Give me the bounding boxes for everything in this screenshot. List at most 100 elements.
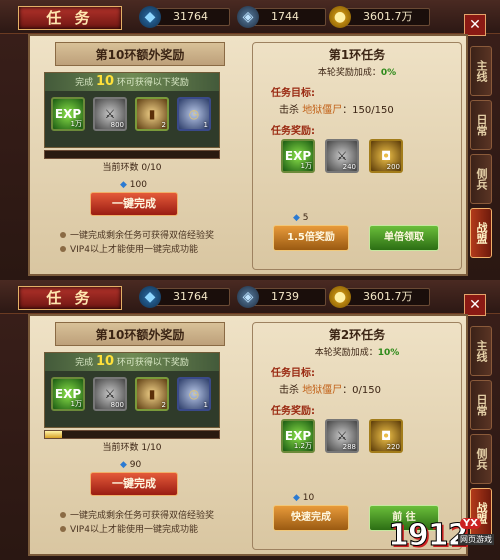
reward-head: 完成 10 环可获得以下奖励 — [45, 73, 219, 91]
ring-reward-title: 第10环额外奖励 — [55, 322, 225, 346]
tips-list: 一键完成剩余任务可获得双倍经验奖 VIP4以上才能使用一键完成功能 — [60, 508, 240, 536]
side-tab-1[interactable]: 日常 — [470, 380, 492, 430]
item-count: 1 — [203, 121, 208, 129]
tip-text: VIP4以上才能使用一键完成功能 — [70, 525, 198, 535]
ring-reward-title: 第10环额外奖励 — [55, 42, 225, 66]
bound-diamond-value: 1744 — [271, 10, 299, 23]
scroll-icon[interactable]: ▮ 2 — [135, 97, 169, 131]
item-count: 288 — [342, 443, 356, 451]
target-monster-link[interactable]: 地狱僵尸 — [302, 105, 342, 116]
bonus-value: 10% — [377, 348, 400, 358]
ring-reward-items: EXP 1万 ⚔ 800 ▮ 2 ◷ 1 — [45, 371, 219, 417]
target-monster-link[interactable]: 地狱僵尸 — [302, 385, 342, 396]
task-reward-items: EXP 1万 ⚔ 240 ◘ 200 — [281, 139, 461, 173]
side-tab-0[interactable]: 主线 — [470, 46, 492, 96]
watermark-subtitle: 网页游戏 — [458, 534, 494, 545]
task-reward-items: EXP 1.2万 ⚔ 288 ◘ 220 — [281, 419, 461, 453]
exp-icon[interactable]: EXP 1.2万 — [281, 419, 315, 453]
target-verb: 击杀 — [279, 105, 299, 116]
exp-icon[interactable]: EXP 1万 — [281, 139, 315, 173]
close-icon[interactable]: ✕ — [464, 14, 486, 36]
diamond-icon: ◆ — [293, 493, 300, 503]
reward-head-pre: 完成 — [75, 78, 94, 88]
top-bar: 任 务 ◆ 31764 ◈ 1739 ● 3601.7万 ✕ — [0, 280, 500, 316]
task-panel: 第10环额外奖励 完成 10 环可获得以下奖励 EXP 1万 ⚔ 800 ▮ 2… — [28, 34, 468, 276]
shield-icon[interactable]: ⚔ 288 — [325, 419, 359, 453]
gold-counter: ● 3601.7万 — [329, 286, 430, 308]
ring-reward-section: 第10环额外奖励 完成 10 环可获得以下奖励 EXP 1万 ⚔ 800 ▮ 2… — [40, 42, 240, 270]
current-task-section: 第1环任务 本轮奖励加成：0% 任务目标: 击杀 地狱僵尸：150/150 任务… — [252, 42, 462, 270]
item-count: 240 — [342, 163, 356, 171]
bonus-value: 0% — [380, 68, 397, 78]
task-reward-label: 任务奖励: — [271, 126, 315, 137]
bonus-line: 本轮奖励加成：10% — [253, 345, 461, 358]
ring-reward-section: 第10环额外奖励 完成 10 环可获得以下奖励 EXP 1万 ⚔ 800 ▮ 2… — [40, 322, 240, 550]
side-tab-0[interactable]: 主线 — [470, 326, 492, 376]
reward-head-number: 10 — [95, 74, 115, 89]
diamond-counter: ◆ 31764 — [139, 286, 230, 308]
side-tab-2[interactable]: 侧兵 — [470, 154, 492, 204]
target-label: 任务目标: — [271, 368, 315, 379]
diamond-counter: ◆ 31764 — [139, 6, 230, 28]
tip-item: VIP4以上才能使用一键完成功能 — [60, 242, 240, 256]
shield-icon[interactable]: ⚔ 240 — [325, 139, 359, 173]
item-count: 1万 — [70, 400, 82, 408]
side-tab-3[interactable]: 战盟 — [470, 208, 492, 258]
diamond-icon: ◆ — [139, 6, 161, 28]
bound-diamond-icon: ◈ — [237, 6, 259, 28]
item-count: 1 — [203, 401, 208, 409]
bound-diamond-counter: ◈ 1739 — [237, 286, 326, 308]
pocket-watch-icon[interactable]: ◷ 1 — [177, 377, 211, 411]
bonus-cost-value: 10 — [302, 493, 315, 503]
target-line: 击杀 地狱僵尸：150/150 — [279, 101, 461, 116]
bonus-cost: ◆ 5 — [293, 213, 309, 223]
ring-reward-box: 完成 10 环可获得以下奖励 EXP 1万 ⚔ 800 ▮ 2 ◷ 1 — [44, 72, 220, 148]
site-watermark: 1912 YX 网页游戏 — [388, 516, 496, 556]
item-count: 220 — [386, 443, 400, 451]
close-icon[interactable]: ✕ — [464, 294, 486, 316]
side-tabs: 主线 日常 侧兵 战盟 — [470, 46, 494, 262]
pocket-watch-icon[interactable]: ◷ 1 — [177, 97, 211, 131]
tip-item: 一键完成剩余任务可获得双倍经验奖 — [60, 508, 240, 522]
item-count: 1.2万 — [293, 442, 312, 450]
diamond-icon: ◆ — [120, 180, 127, 190]
window-title: 任 务 — [18, 286, 122, 310]
side-tab-1[interactable]: 日常 — [470, 100, 492, 150]
rune-icon[interactable]: ◘ 220 — [369, 419, 403, 453]
bonus-claim-button[interactable]: 1.5倍奖励 — [273, 225, 349, 251]
window-title: 任 务 — [18, 6, 122, 30]
bonus-line: 本轮奖励加成：0% — [253, 65, 461, 78]
gold-value: 3601.7万 — [363, 290, 413, 303]
shield-icon[interactable]: ⚔ 800 — [93, 377, 127, 411]
reward-head-pre: 完成 — [75, 358, 94, 368]
diamond-value: 31764 — [173, 10, 208, 23]
side-tab-2[interactable]: 侧兵 — [470, 434, 492, 484]
rune-icon[interactable]: ◘ 200 — [369, 139, 403, 173]
target-line: 击杀 地狱僵尸：0/150 — [279, 381, 461, 396]
exp-icon[interactable]: EXP 1万 — [51, 97, 85, 131]
claim-go-button[interactable]: 单倍领取 — [369, 225, 439, 251]
diamond-value: 31764 — [173, 290, 208, 303]
shield-icon[interactable]: ⚔ 800 — [93, 97, 127, 131]
complete-cost: ◆ 90 — [120, 460, 141, 470]
one-click-complete-button[interactable]: 一键完成 — [90, 192, 178, 216]
target-progress: ：0/150 — [342, 385, 382, 396]
item-count: 200 — [386, 163, 400, 171]
item-count: 1万 — [70, 120, 82, 128]
item-count: 1万 — [300, 162, 312, 170]
reward-head-post: 环可获得以下奖励 — [116, 78, 189, 88]
reward-head: 完成 10 环可获得以下奖励 — [45, 353, 219, 371]
tip-text: VIP4以上才能使用一键完成功能 — [70, 245, 198, 255]
bonus-claim-button[interactable]: 快速完成 — [273, 505, 349, 531]
ring-progress-label: 当前环数 1/10 — [102, 443, 162, 453]
one-click-complete-button[interactable]: 一键完成 — [90, 472, 178, 496]
bound-diamond-value: 1739 — [271, 290, 299, 303]
bonus-cost-value: 5 — [302, 213, 309, 223]
bonus-label: 本轮奖励加成： — [314, 348, 378, 358]
exp-icon[interactable]: EXP 1万 — [51, 377, 85, 411]
scroll-icon[interactable]: ▮ 2 — [135, 377, 169, 411]
diamond-icon: ◆ — [293, 213, 300, 223]
gold-coin-icon: ● — [329, 286, 351, 308]
reward-head-post: 环可获得以下奖励 — [116, 358, 189, 368]
item-count: 2 — [161, 121, 166, 129]
